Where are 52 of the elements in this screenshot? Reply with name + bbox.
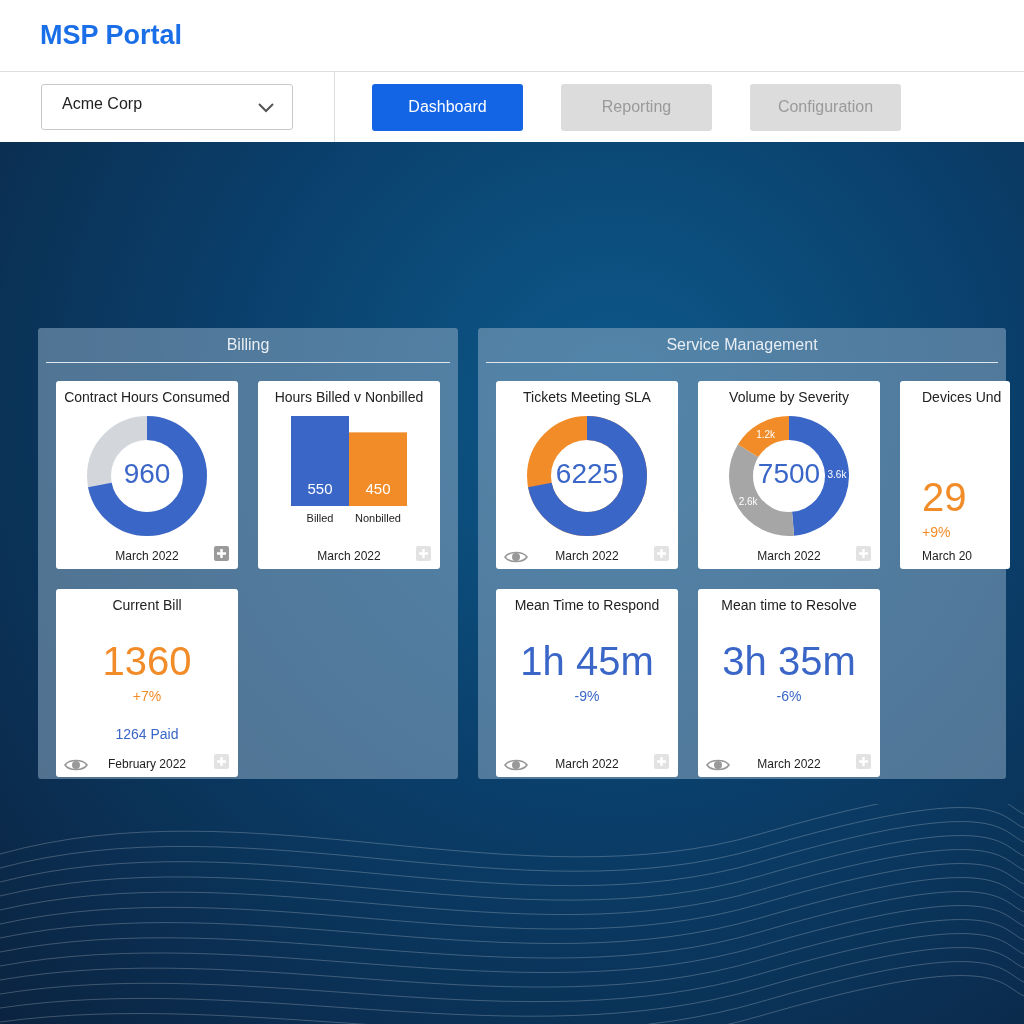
metric-value: 29 [922, 475, 967, 520]
card-date: February 2022 [107, 757, 186, 771]
panel-title: Service Management [486, 328, 998, 363]
panel-title: Billing [46, 328, 450, 363]
card-title: Hours Billed v Nonbilled [274, 389, 424, 405]
card-title: Volume by Severity [729, 389, 849, 405]
metric-value: 1h 45m [520, 639, 654, 684]
eye-icon[interactable] [706, 757, 730, 773]
change-percent: -6% [776, 688, 802, 704]
slice-label: 1.2k [756, 429, 776, 441]
plus-icon[interactable] [654, 754, 669, 769]
card-date: March 2022 [115, 549, 179, 563]
nav-tab[interactable]: Dashboard [372, 83, 523, 131]
chevron-down-icon [258, 103, 274, 113]
slice-label: 2.6k [738, 496, 758, 508]
change-percent: +7% [132, 688, 162, 704]
plus-icon[interactable] [654, 546, 669, 561]
plus-icon[interactable] [856, 546, 871, 561]
card-date: March 2022 [757, 757, 821, 771]
portal-title: MSP Portal [40, 20, 183, 51]
change-percent: -9% [574, 688, 600, 704]
card-date: March 2022 [317, 549, 381, 563]
donut-value: 6225 [555, 458, 619, 490]
eye-icon[interactable] [504, 757, 528, 773]
card-date: March 2022 [555, 549, 619, 563]
card-title: Mean time to Resolve [721, 597, 857, 613]
card-date: March 20 [922, 549, 973, 563]
card-title: Current Bill [112, 597, 182, 613]
plus-icon[interactable] [214, 754, 229, 769]
card-title: Contract Hours Consumed [64, 389, 230, 405]
bar-value: 550 [307, 480, 333, 497]
metric-value: 3h 35m [722, 639, 856, 684]
customer-dropdown[interactable]: Acme Corp [41, 84, 293, 130]
bar-label: Nonbilled [355, 512, 401, 524]
card-date: March 2022 [555, 757, 619, 771]
card-title: Tickets Meeting SLA [523, 389, 651, 405]
metric-value: 1360 [102, 639, 192, 684]
donut-value: 7500 [757, 458, 821, 490]
card-title: Devices Und [922, 389, 1002, 405]
paid-amount: 1264 Paid [115, 726, 179, 742]
slice-label: 3.6k [827, 468, 847, 480]
eye-icon[interactable] [504, 549, 528, 565]
plus-icon[interactable] [416, 546, 431, 561]
plus-icon[interactable] [856, 754, 871, 769]
plus-icon[interactable] [214, 546, 229, 561]
card-date: March 2022 [757, 549, 821, 563]
card-title: Mean Time to Respond [514, 597, 660, 613]
donut-value: 960 [123, 458, 171, 490]
change-percent: +9% [922, 524, 951, 540]
bar-label: Billed [306, 512, 334, 524]
bar-value: 450 [365, 480, 391, 497]
eye-icon[interactable] [64, 757, 88, 773]
